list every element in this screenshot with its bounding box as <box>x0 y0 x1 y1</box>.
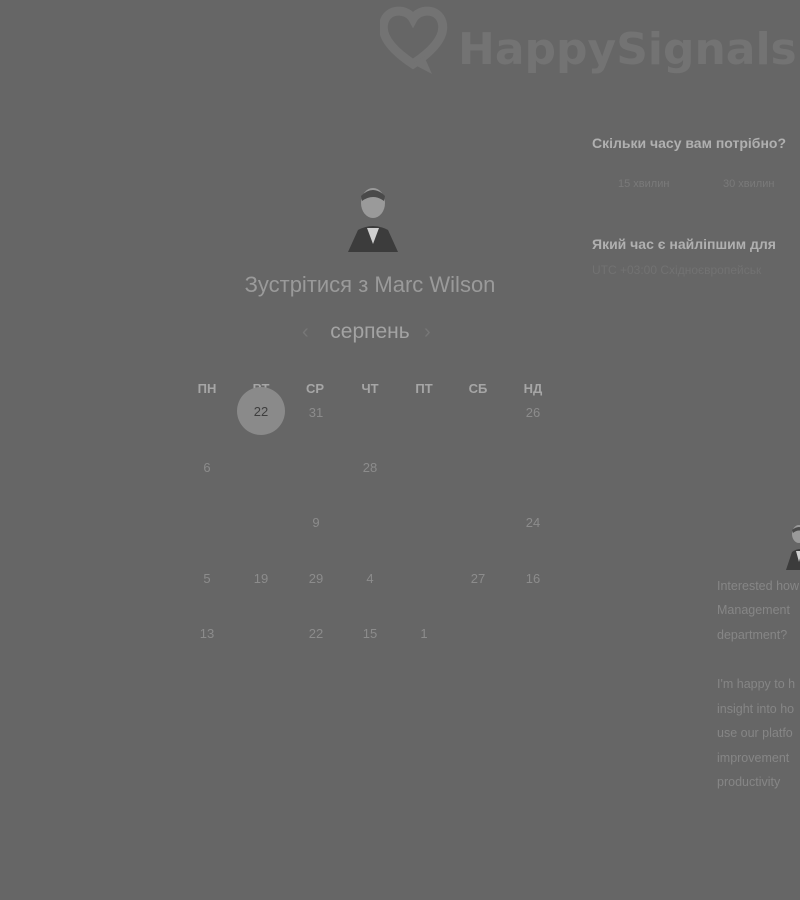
description-line: Interested how <box>717 579 799 593</box>
weekday-header: ПТ <box>415 381 433 396</box>
calendar-day[interactable]: 15 <box>350 626 390 641</box>
weekday-header: ЧТ <box>361 381 379 396</box>
calendar-day[interactable]: 31 <box>296 405 336 420</box>
weekday-header: СР <box>305 381 325 396</box>
month-label: серпень <box>330 320 410 343</box>
month-navigation: ‹ серпень › <box>300 318 440 348</box>
calendar-day[interactable]: 4 <box>350 571 390 586</box>
time-question: Який час є найліпшим для <box>592 236 776 252</box>
calendar-day[interactable]: 28 <box>350 460 390 475</box>
selected-day[interactable]: 22 <box>237 387 285 435</box>
logo-text: HappySignals <box>458 24 797 75</box>
weekday-header: СБ <box>468 381 488 396</box>
description-line: productivity <box>717 775 781 789</box>
weekday-header: НД <box>523 381 543 396</box>
calendar-day[interactable]: 5 <box>187 571 227 586</box>
description-line: I'm happy to h <box>717 677 796 691</box>
duration-option[interactable]: 30 хвилин <box>723 178 774 190</box>
description-line: improvement <box>717 751 790 765</box>
calendar-day[interactable]: 1 <box>404 626 444 641</box>
calendar-day[interactable]: 19 <box>241 571 281 586</box>
duration-question: Скільки часу вам потрібно? <box>592 135 787 151</box>
duration-option[interactable]: 15 хвилин <box>618 178 669 190</box>
timezone-selector[interactable]: UTC +03:00 Східноєвропейськ <box>592 263 761 277</box>
host-avatar <box>348 188 398 252</box>
description-line: department? <box>717 628 788 642</box>
heart-speech-bubble-icon <box>380 6 448 74</box>
calendar-day[interactable]: 29 <box>296 571 336 586</box>
calendar-day[interactable]: 22 <box>296 626 336 641</box>
calendar-day[interactable]: 9 <box>296 515 336 530</box>
calendar-day[interactable]: 27 <box>458 571 498 586</box>
chevron-right-icon[interactable]: › <box>424 321 431 344</box>
happysignals-logo: HappySignals <box>380 6 800 86</box>
calendar-day[interactable]: 16 <box>513 571 553 586</box>
description-line: use our platfo <box>717 726 793 740</box>
weekday-header: ПН <box>197 381 217 396</box>
calendar-day[interactable]: 24 <box>513 515 553 530</box>
description-line: Management <box>717 603 790 617</box>
calendar-day[interactable]: 6 <box>187 460 227 475</box>
calendar-day[interactable]: 13 <box>187 626 227 641</box>
calendar-day[interactable]: 26 <box>513 405 553 420</box>
host-avatar-small <box>786 525 800 570</box>
description-line: insight into ho <box>717 702 795 716</box>
